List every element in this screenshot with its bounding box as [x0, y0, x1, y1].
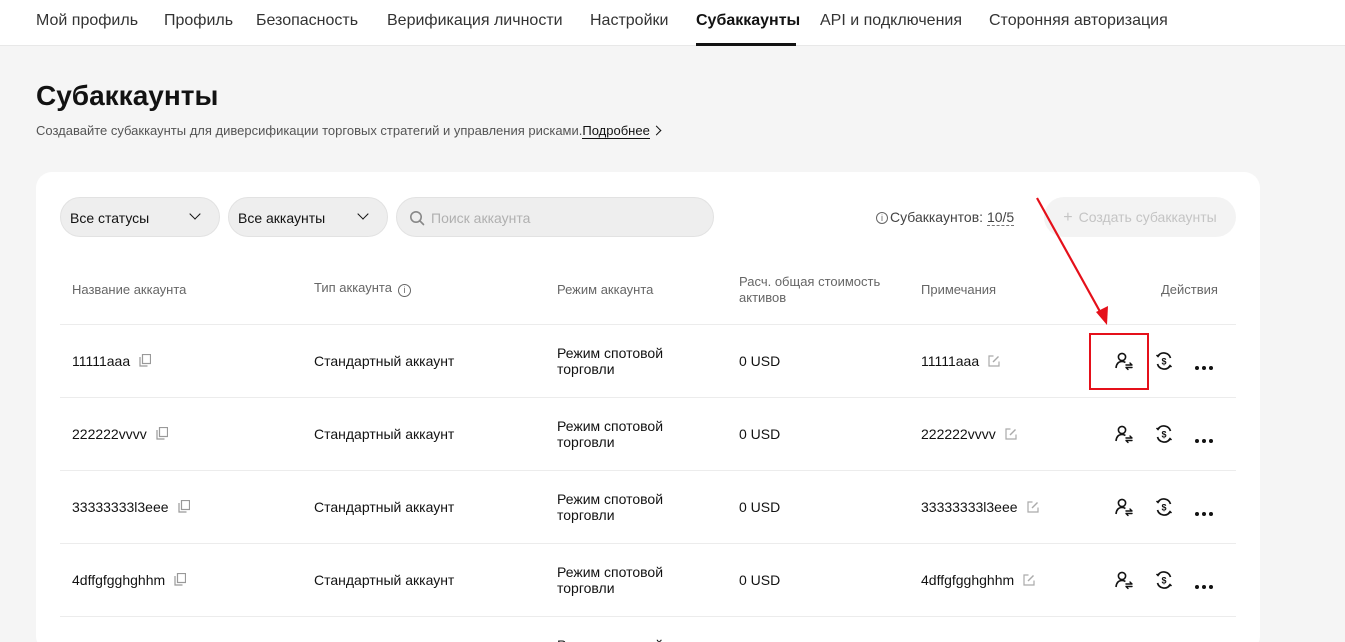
- more-options-icon[interactable]: [1194, 431, 1214, 449]
- header-account-type-label: Тип аккаунта: [314, 280, 392, 295]
- row-divider: [60, 616, 1236, 617]
- account-mode: Режим спотовой торговли: [557, 564, 664, 596]
- row-divider: [60, 470, 1236, 471]
- plus-icon: +: [1063, 209, 1073, 226]
- header-total-value: Расч. общая стоимость активов: [739, 274, 881, 305]
- account-value: 0 USD: [739, 572, 781, 588]
- row-divider: [60, 397, 1236, 398]
- info-icon[interactable]: i: [397, 284, 411, 297]
- account-name-text: 222222vvvv: [72, 426, 147, 442]
- account-filter-select[interactable]: Все аккаунты: [228, 197, 388, 237]
- chevron-down-icon: [189, 208, 201, 220]
- account-note: 222222vvvv: [921, 426, 1017, 443]
- header-account-mode: Режим аккаунта: [557, 282, 654, 297]
- subaccount-count: i Субаккаунтов: 10/5: [876, 209, 1015, 226]
- account-name-text: 33333333l3eee: [72, 499, 169, 515]
- count-label: Субаккаунтов:: [890, 209, 984, 225]
- account-mode: Режим спотовой торговли: [557, 418, 664, 450]
- info-icon[interactable]: i: [876, 212, 888, 224]
- account-name-text: 11111aaa: [72, 353, 131, 369]
- status-filter-value: Все статусы: [70, 210, 150, 226]
- header-account-type: Тип аккаунта i: [314, 280, 411, 297]
- svg-text:$: $: [1161, 430, 1166, 440]
- row-divider: [60, 543, 1236, 544]
- tab-profile[interactable]: Профиль: [164, 12, 233, 30]
- search-input[interactable]: [431, 208, 691, 228]
- copy-icon[interactable]: [139, 353, 152, 370]
- account-value: 0 USD: [739, 426, 781, 442]
- account-note-text: 4dffgfgghghhm: [921, 572, 1015, 588]
- svg-text:$: $: [1161, 357, 1166, 367]
- account-search: [396, 197, 714, 237]
- top-navigation: Мой профиль Профиль Безопасность Верифик…: [0, 0, 1345, 46]
- account-name: 222222vvvv: [72, 426, 168, 443]
- tab-third-party-auth[interactable]: Сторонняя авторизация: [989, 12, 1168, 30]
- svg-text:$: $: [1161, 576, 1166, 586]
- edit-icon[interactable]: [1005, 427, 1017, 443]
- account-value: 0 USD: [739, 353, 781, 369]
- more-options-icon[interactable]: [1194, 358, 1214, 376]
- search-icon: [410, 211, 425, 226]
- tab-subaccounts[interactable]: Субаккаунты: [696, 12, 800, 30]
- tab-verification[interactable]: Верификация личности: [387, 12, 563, 30]
- svg-text:$: $: [1161, 503, 1166, 513]
- account-note-text: 222222vvvv: [921, 426, 996, 442]
- create-subaccount-button[interactable]: + Создать субаккаунты: [1044, 197, 1236, 237]
- page-title: Субаккаунты: [36, 80, 219, 111]
- status-filter-select[interactable]: Все статусы: [60, 197, 220, 237]
- tab-settings[interactable]: Настройки: [590, 12, 668, 30]
- more-options-icon[interactable]: [1194, 577, 1214, 595]
- row-divider: [60, 324, 1236, 325]
- header-account-name: Название аккаунта: [72, 282, 187, 297]
- more-options-icon[interactable]: [1194, 504, 1214, 522]
- account-note: 11111aaa: [921, 353, 1000, 370]
- header-notes: Примечания: [921, 282, 997, 297]
- account-note: 4dffgfgghghhm: [921, 572, 1035, 589]
- copy-icon[interactable]: [156, 426, 168, 443]
- asset-exchange-icon[interactable]: $: [1154, 424, 1174, 449]
- asset-exchange-icon[interactable]: $: [1154, 497, 1174, 522]
- learn-more-link[interactable]: Подробнее: [582, 123, 650, 139]
- highlight-box: [1089, 333, 1149, 390]
- copy-icon[interactable]: [177, 499, 190, 516]
- create-subaccount-label: Создать субаккаунты: [1078, 209, 1217, 225]
- subtitle-text: Создавайте субаккаунты для диверсификаци…: [36, 123, 583, 138]
- account-type: Стандартный аккаунт: [314, 499, 455, 515]
- tab-my-profile[interactable]: Мой профиль: [36, 12, 138, 30]
- account-mode: Режим спотовой торговли: [557, 637, 687, 642]
- header-actions: Действия: [1161, 282, 1218, 297]
- account-type: Стандартный аккаунт: [314, 426, 455, 442]
- account-type: Стандартный аккаунт: [314, 353, 455, 369]
- account-name: 4dffgfgghghhm: [72, 572, 187, 589]
- tab-api[interactable]: API и подключения: [820, 12, 962, 30]
- account-mode: Режим спотовой торговли: [557, 345, 664, 377]
- tab-security[interactable]: Безопасность: [256, 12, 358, 30]
- account-filter-value: Все аккаунты: [238, 210, 326, 226]
- account-note-text: 33333333l3eee: [921, 499, 1018, 515]
- edit-icon[interactable]: [1023, 573, 1035, 589]
- transfer-user-icon[interactable]: [1114, 497, 1134, 522]
- count-value: 10/5: [986, 209, 1015, 226]
- copy-icon[interactable]: [174, 572, 187, 589]
- page-subtitle: Создавайте субаккаунты для диверсификаци…: [36, 123, 662, 139]
- transfer-user-icon[interactable]: [1114, 570, 1134, 595]
- transfer-user-icon[interactable]: [1114, 424, 1134, 449]
- account-type: Стандартный аккаунт: [314, 572, 455, 588]
- account-name: 33333333l3eee: [72, 499, 190, 516]
- chevron-right-icon: [651, 125, 662, 136]
- account-note: 33333333l3eee: [921, 499, 1039, 516]
- edit-icon[interactable]: [1026, 500, 1039, 516]
- account-name: 11111aaa: [72, 353, 152, 370]
- asset-exchange-icon[interactable]: $: [1154, 570, 1174, 595]
- account-note-text: 11111aaa: [921, 353, 980, 369]
- asset-exchange-icon[interactable]: $: [1154, 351, 1174, 376]
- active-tab-indicator: [696, 43, 796, 46]
- edit-icon[interactable]: [988, 354, 1000, 370]
- account-name-text: 4dffgfgghghhm: [72, 572, 166, 588]
- account-value: 0 USD: [739, 499, 781, 515]
- account-mode: Режим спотовой торговли: [557, 491, 664, 523]
- chevron-down-icon: [357, 208, 369, 220]
